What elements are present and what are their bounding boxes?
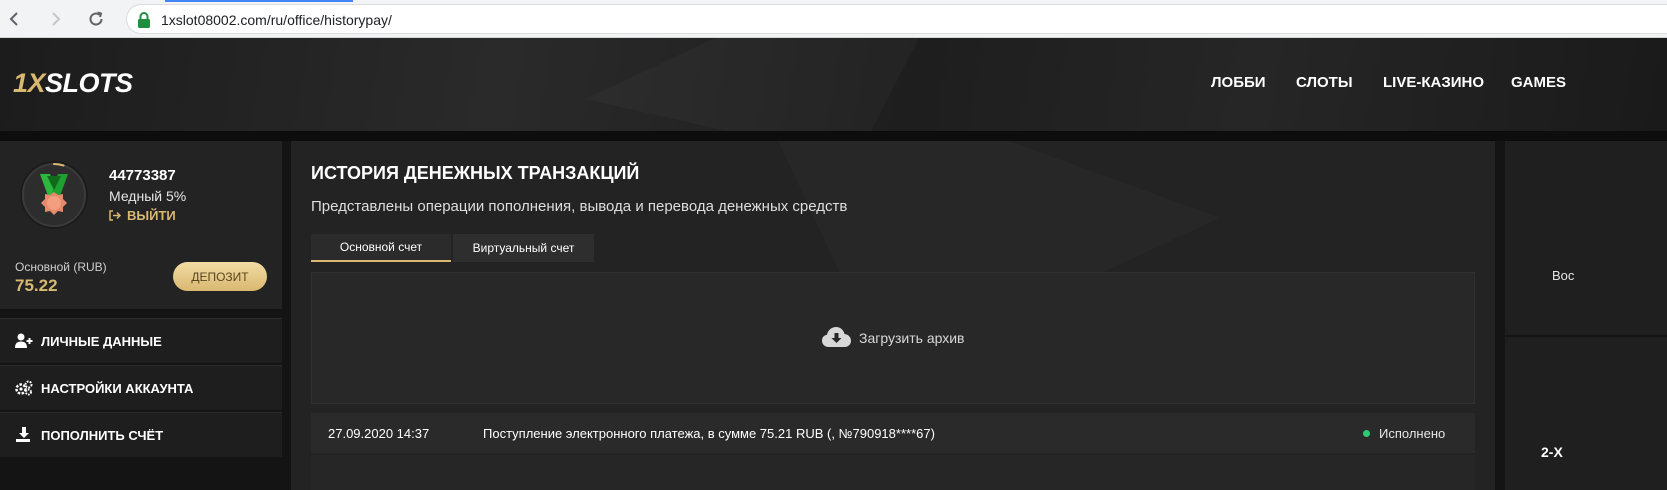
right-promo-panel: Вос 2-Х <box>1505 141 1667 490</box>
reload-button[interactable] <box>83 6 109 32</box>
nav-slots[interactable]: СЛОТЫ <box>1296 74 1353 91</box>
right-divider <box>1505 335 1667 337</box>
site-header: 1XSLOTS ЛОББИ СЛОТЫ LIVE-КАЗИНО GAMES <box>0 38 1667 131</box>
main-nav: ЛОББИ СЛОТЫ LIVE-КАЗИНО GAMES <box>0 74 1667 94</box>
sidebar-item-personal-data[interactable]: ЛИЧНЫЕ ДАННЫЕ <box>0 318 282 363</box>
archive-label: Загрузить архив <box>859 329 965 346</box>
tab-main-account[interactable]: Основной счет <box>311 234 451 262</box>
address-bar[interactable]: 1xslot08002.com/ru/office/historypay/ <box>126 4 1667 34</box>
page-subtitle: Представлены операции пополнения, вывода… <box>311 198 848 215</box>
logout-icon <box>109 210 121 221</box>
gears-icon <box>15 380 33 396</box>
header-divider <box>0 131 1667 141</box>
transaction-description: Поступление электронного платежа, в сумм… <box>483 426 935 441</box>
balance-value: 75.22 <box>15 276 58 295</box>
user-id: 44773387 <box>109 167 176 184</box>
table-row-partial <box>311 455 1475 490</box>
cloud-download-icon <box>822 327 851 347</box>
status-badge: Исполнено <box>1363 426 1445 441</box>
balance-label: Основной (RUB) <box>15 260 107 274</box>
sidebar-item-deposit[interactable]: ПОПОЛНИТЬ СЧЁТ <box>0 412 282 457</box>
transaction-date: 27.09.2020 14:37 <box>328 426 430 441</box>
promo-heading-partial: 2-Х <box>1541 444 1563 460</box>
back-button[interactable] <box>2 6 28 32</box>
loading-indicator <box>165 0 353 2</box>
browser-toolbar: 1xslot08002.com/ru/office/historypay/ <box>0 0 1667 38</box>
nav-lobby[interactable]: ЛОББИ <box>1211 74 1266 91</box>
tab-virtual-account[interactable]: Виртуальный счет <box>453 234 594 262</box>
lock-icon <box>138 12 150 28</box>
logout-link[interactable]: ВЫЙТИ <box>109 208 176 223</box>
arrow-right-icon <box>52 12 61 26</box>
promo-text-partial: Вос <box>1552 268 1575 283</box>
download-archive-button[interactable]: Загрузить архив <box>822 327 965 348</box>
page-title: ИСТОРИЯ ДЕНЕЖНЫХ ТРАНЗАКЦИЙ <box>311 163 640 183</box>
profile-card: 44773387 Медный 5% ВЫЙТИ Основной (RUB) … <box>0 141 282 309</box>
status-label: Исполнено <box>1379 426 1446 441</box>
sidebar-item-label: ЛИЧНЫЕ ДАННЫЕ <box>41 334 162 349</box>
nav-games[interactable]: GAMES <box>1511 74 1566 91</box>
user-plus-icon <box>15 333 33 348</box>
sidebar-item-label: НАСТРОЙКИ АККАУНТА <box>41 381 194 396</box>
deposit-button[interactable]: ДЕПОЗИТ <box>173 262 267 291</box>
archive-area: Загрузить архив <box>311 272 1475 404</box>
logout-label: ВЫЙТИ <box>127 208 176 223</box>
forward-button[interactable] <box>42 6 68 32</box>
sidebar-item-account-settings[interactable]: НАСТРОЙКИ АККАУНТА <box>0 365 282 410</box>
user-level: Медный 5% <box>109 188 187 204</box>
url-text: 1xslot08002.com/ru/office/historypay/ <box>161 12 392 28</box>
level-medal <box>20 161 88 229</box>
status-dot-icon <box>1363 430 1370 437</box>
sidebar-item-label: ПОПОЛНИТЬ СЧЁТ <box>41 428 164 443</box>
medal-icon <box>40 174 68 215</box>
download-icon <box>16 427 30 442</box>
table-row[interactable]: 27.09.2020 14:37 Поступление электронног… <box>311 413 1475 453</box>
arrow-left-icon <box>9 12 18 26</box>
reload-icon <box>89 11 103 26</box>
nav-live-casino[interactable]: LIVE-КАЗИНО <box>1383 74 1484 91</box>
transaction-history-panel: ИСТОРИЯ ДЕНЕЖНЫХ ТРАНЗАКЦИЙ Представлены… <box>291 141 1495 490</box>
